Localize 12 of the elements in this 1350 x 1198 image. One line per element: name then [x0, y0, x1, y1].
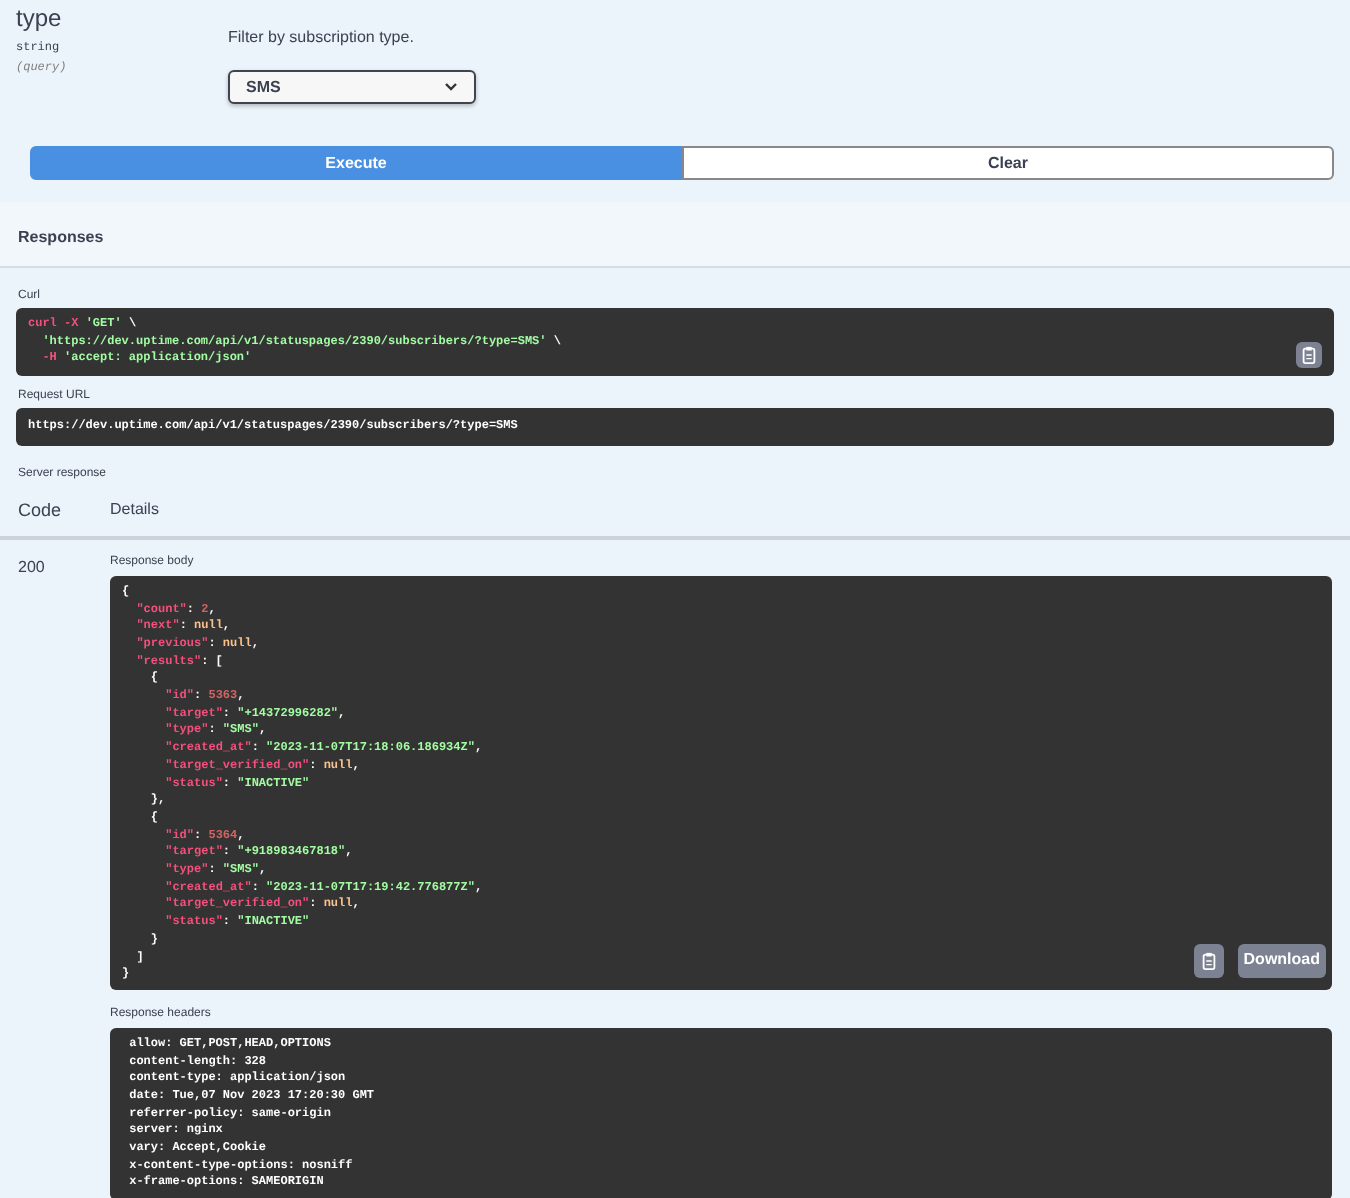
section-title: Responses	[18, 228, 104, 246]
type-select[interactable]: SMS	[228, 70, 476, 104]
column-header: Code	[18, 497, 64, 524]
column-header: Details	[110, 497, 159, 522]
clear-button[interactable]: Clear	[682, 146, 1334, 180]
copy-icon[interactable]	[1193, 943, 1224, 978]
caret-icon	[444, 82, 458, 92]
copy-icon[interactable]	[1296, 342, 1322, 369]
parameter-description: Filter by subscription type.	[228, 26, 416, 50]
status-code: 200	[18, 555, 47, 580]
download-button[interactable]: Download	[1237, 943, 1326, 978]
parameter-name: type	[16, 4, 64, 32]
